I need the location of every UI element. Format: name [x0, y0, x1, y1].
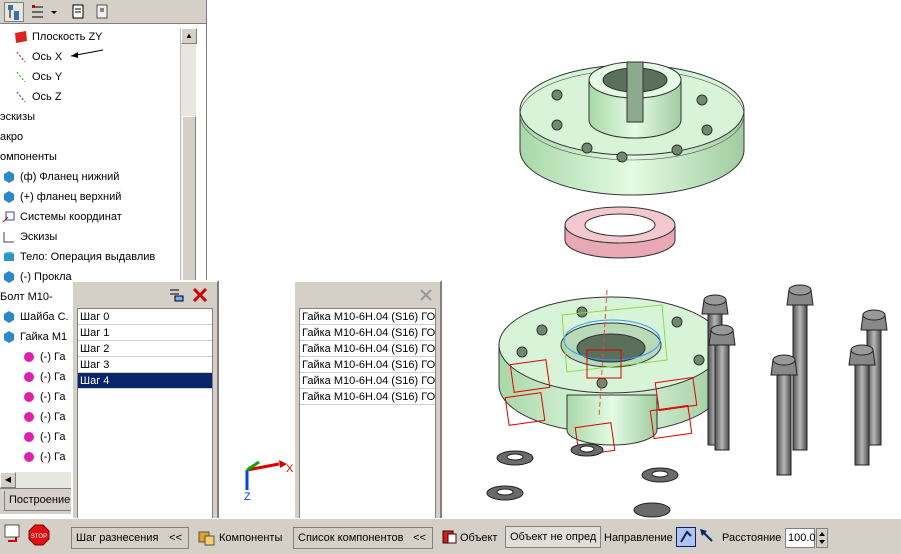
scroll-up-icon[interactable]: ▲	[181, 28, 197, 44]
add-step-icon[interactable]	[167, 286, 185, 304]
distance-input[interactable]: 100.0	[785, 528, 816, 548]
tree-item-axis-y[interactable]: Ось Y	[14, 68, 62, 86]
steps-panel-header	[73, 282, 217, 306]
tree-item-nut-3[interactable]: (-) Га	[22, 388, 66, 406]
steps-list[interactable]: Шаг 0 Шаг 1 Шаг 2 Шаг 3 Шаг 4	[77, 308, 213, 519]
object-label: Объект	[460, 532, 498, 544]
axis-z-label: Z	[244, 491, 251, 503]
axis-triad: X Z	[244, 460, 294, 503]
tree-toolbar	[0, 0, 206, 24]
tree-item-nut-1[interactable]: (-) Га	[22, 348, 66, 366]
coordinate-system-icon	[2, 211, 16, 223]
property-bar: STOP Шаг разнесения << Компоненты Список…	[0, 518, 901, 554]
arrow-pointer-icon	[69, 48, 105, 66]
nut-icon	[22, 371, 36, 383]
explode-steps-panel: Шаг 0 Шаг 1 Шаг 2 Шаг 3 Шаг 4	[71, 280, 219, 525]
axis-z-icon	[14, 91, 28, 103]
view-options-icon[interactable]	[28, 2, 48, 22]
plane-icon	[14, 31, 28, 44]
part-icon	[2, 311, 16, 324]
sketch-icon	[2, 231, 16, 243]
svg-text:STOP: STOP	[31, 534, 47, 540]
component-row[interactable]: Гайка М10-6Н.04 (S16) ГОС	[300, 341, 435, 357]
washers	[486, 443, 679, 518]
components-list-panel: Гайка М10-6Н.04 (S16) ГОС Гайка М10-6Н.0…	[293, 280, 442, 525]
component-row[interactable]: Гайка М10-6Н.04 (S16) ГОС	[300, 357, 435, 373]
tree-item-components[interactable]: омпоненты	[0, 148, 57, 166]
tree-item-plane-zy[interactable]: Плоскость ZY	[14, 28, 103, 46]
tree-item-axis-z[interactable]: Ось Z	[14, 88, 62, 106]
components-panel-header	[295, 282, 440, 306]
components-icon[interactable]	[197, 528, 217, 548]
component-row[interactable]: Гайка М10-6Н.04 (S16) ГОС	[300, 373, 435, 389]
chevron-down-icon[interactable]	[48, 2, 60, 22]
part-icon	[2, 331, 16, 344]
tree-item-macro[interactable]: акро	[0, 128, 23, 146]
stop-icon[interactable]: STOP	[28, 524, 50, 546]
step-row-3[interactable]: Шаг 3	[78, 357, 212, 373]
object-icon[interactable]	[441, 528, 459, 546]
part-icon	[2, 271, 16, 284]
tree-mode-icon[interactable]	[4, 2, 24, 22]
tree-item-body[interactable]: Тело: Операция выдавлив	[2, 248, 155, 266]
tree-item-axis-x[interactable]: Ось X	[14, 48, 105, 66]
tree-item-bolt[interactable]: Болт М10-	[0, 288, 53, 306]
axis-x-icon	[14, 51, 28, 63]
delete-step-icon[interactable]	[191, 286, 209, 304]
direction-label: Направление	[604, 532, 673, 544]
step-row-4[interactable]: Шаг 4	[78, 373, 212, 389]
upper-flange	[519, 61, 745, 196]
body-icon	[2, 251, 16, 263]
tree-item-washer[interactable]: Шайба С.	[2, 308, 69, 326]
collapse-step-chevron[interactable]: <<	[169, 528, 182, 548]
components-list[interactable]: Гайка М10-6Н.04 (S16) ГОС Гайка М10-6Н.0…	[299, 308, 436, 519]
nut-icon	[22, 451, 36, 463]
remove-component-icon[interactable]	[417, 286, 435, 304]
scroll-left-icon[interactable]: ◀	[0, 472, 16, 488]
nut-icon	[22, 431, 36, 443]
apply-icon[interactable]	[2, 523, 26, 547]
nut-icon	[22, 351, 36, 363]
part-icon	[2, 191, 16, 204]
tree-item-lower-flange[interactable]: (ф) Фланец нижний	[2, 168, 119, 186]
tab-construction[interactable]: Построение	[4, 491, 76, 511]
tree-item-nut-4[interactable]: (-) Га	[22, 408, 66, 426]
tree-item-nut-group[interactable]: Гайка М1	[2, 328, 67, 346]
bolts	[701, 284, 888, 476]
collapse-components-chevron[interactable]: <<	[413, 528, 426, 548]
nut-icon	[22, 411, 36, 423]
tree-item-coordinate-systems[interactable]: Системы координат	[2, 208, 122, 226]
direction-reverse-icon[interactable]	[698, 527, 718, 547]
tree-item-nut-2[interactable]: (-) Га	[22, 368, 66, 386]
direction-forward-icon[interactable]	[676, 527, 696, 547]
distance-stepper[interactable]	[816, 528, 828, 548]
part-icon	[2, 171, 16, 184]
step-row-2[interactable]: Шаг 2	[78, 341, 212, 357]
component-row[interactable]: Гайка М10-6Н.04 (S16) ГОС	[300, 389, 435, 405]
tree-item-upper-flange[interactable]: (+) фланец верхний	[2, 188, 121, 206]
step-field[interactable]: Шаг разнесения <<	[71, 527, 189, 549]
gasket-ring	[564, 206, 676, 259]
components-label: Компоненты	[219, 532, 283, 544]
component-row[interactable]: Гайка М10-6Н.04 (S16) ГОС	[300, 325, 435, 341]
tree-item-sketches[interactable]: эскизы	[0, 108, 35, 126]
component-row[interactable]: Гайка М10-6Н.04 (S16) ГОС	[300, 309, 435, 325]
step-row-0[interactable]: Шаг 0	[78, 309, 212, 325]
nut-icon	[22, 391, 36, 403]
properties-icon[interactable]	[92, 2, 112, 22]
tree-item-nut-5[interactable]: (-) Га	[22, 428, 66, 446]
tree-item-gasket[interactable]: (-) Прокла	[2, 268, 72, 286]
axis-y-icon	[14, 71, 28, 83]
tree-item-nut-6[interactable]: (-) Га	[22, 448, 66, 466]
tree-item-sketches-sub[interactable]: Эскизы	[2, 228, 57, 246]
components-field[interactable]: Список компонентов <<	[293, 527, 433, 549]
distance-label: Расстояние	[722, 532, 782, 544]
step-row-1[interactable]: Шаг 1	[78, 325, 212, 341]
object-field[interactable]: Объект не опред	[505, 526, 601, 548]
document-icon[interactable]	[68, 2, 88, 22]
